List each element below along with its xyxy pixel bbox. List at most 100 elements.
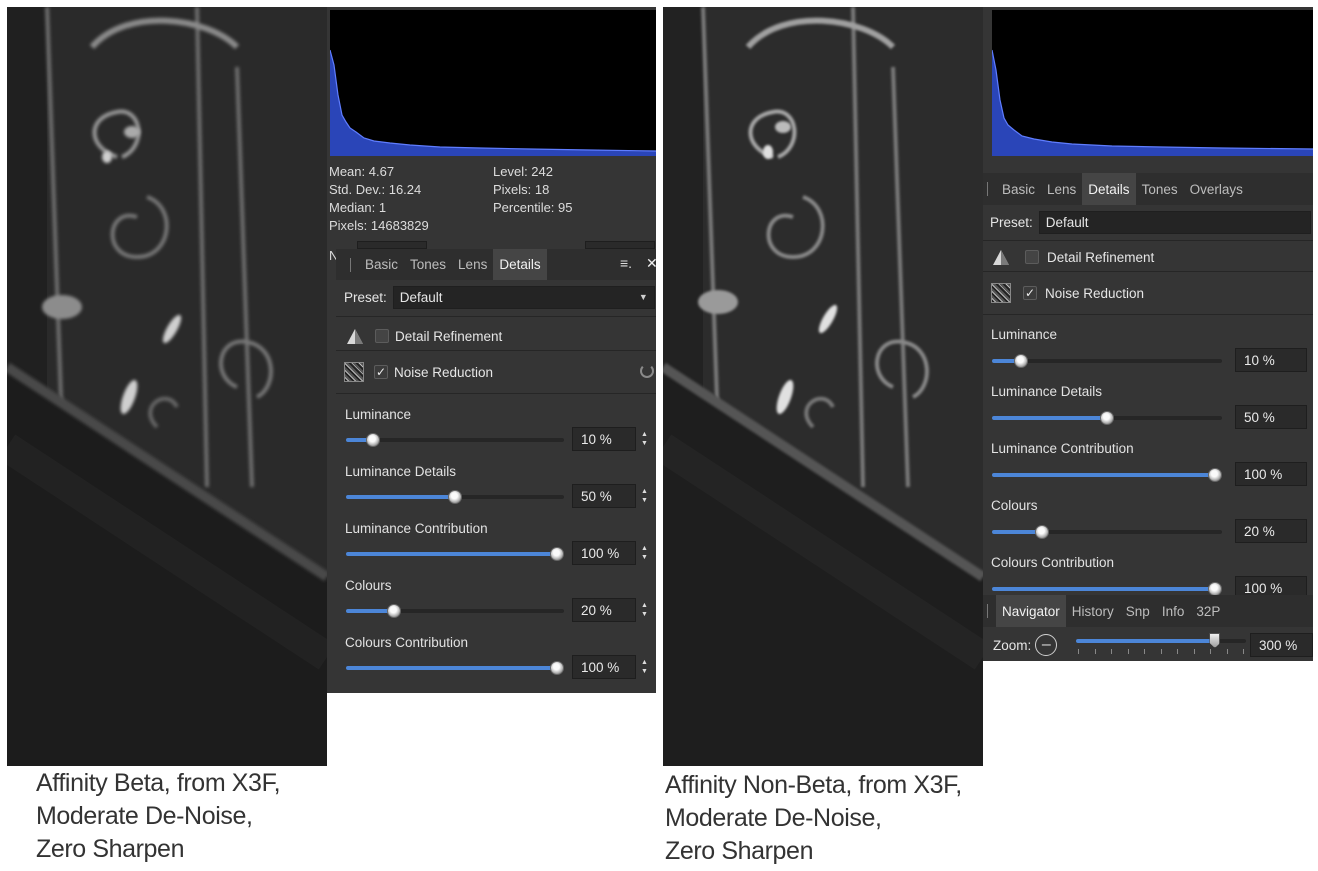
panel-menu-icon[interactable]: ≡. [620,255,632,271]
slider-track[interactable] [992,525,1222,539]
noise-reduction-row: ✓ Noise Reduction [336,358,656,386]
develop-panel-non-beta: Basic Lens Details Tones Overlays Preset… [983,7,1313,661]
slider-fill [346,666,557,670]
slider-knob[interactable] [550,547,564,561]
tab-history[interactable]: History [1066,595,1120,627]
sharpen-triangle-icon [347,328,363,344]
noise-reduction-checkbox[interactable]: ✓ [374,365,388,379]
detail-refinement-label: Detail Refinement [1047,249,1155,265]
slider-knob[interactable] [1100,411,1114,425]
stat-median: Median: 1 [329,200,387,215]
slider-knob[interactable] [1013,354,1028,368]
slider-knob[interactable] [1208,468,1222,482]
divider [336,350,656,351]
slider-knob[interactable] [1035,525,1050,539]
preset-label: Preset: [990,214,1033,230]
tab-tones[interactable]: Tones [1136,173,1184,205]
slider-track[interactable] [992,354,1222,368]
noise-reduction-row: ✓ Noise Reduction [983,279,1313,307]
slider-knob[interactable] [448,490,462,504]
tab-overlays[interactable]: Overlays [1184,173,1249,205]
tab-basic[interactable]: Basic [996,173,1041,205]
reset-icon[interactable] [640,364,654,378]
close-icon[interactable]: ✕ [646,255,656,272]
stat-percentile: Percentile: 95 [493,200,573,215]
slider-label: Colours [345,578,392,593]
tab-navigator[interactable]: Navigator [996,595,1066,627]
slider-value-field[interactable]: 50 % [572,484,636,508]
preset-dropdown[interactable]: Default ▼ [392,285,655,309]
slider-knob[interactable] [550,661,564,675]
noise-icon [991,283,1011,303]
slider-value-field[interactable]: 50 % [1235,405,1307,429]
tab-basic[interactable]: Basic [359,249,404,280]
slider-label: Colours [991,498,1038,513]
tab-lens[interactable]: Lens [1041,173,1082,205]
preset-label: Preset: [344,289,387,305]
slider-knob[interactable] [366,433,381,447]
divider [983,271,1313,272]
histogram-stats-right: Level: 242 Pixels: 18 Percentile: 95 [493,163,573,217]
stepper-arrows-icon[interactable]: ▲ ▼ [639,598,650,622]
detail-refinement-checkbox[interactable] [1025,250,1039,264]
slider-track[interactable] [346,490,564,504]
slider-value-field[interactable]: 100 % [572,541,636,565]
preset-value: Default [1045,214,1089,230]
stepper-arrows-icon[interactable]: ▲ ▼ [639,484,650,508]
slider-label: Luminance Details [345,464,457,479]
tab-lens[interactable]: Lens [452,249,493,280]
caption-line: Moderate De-Noise, [36,802,253,830]
stepper-arrows-icon[interactable]: ▲ ▼ [639,655,650,679]
noise-icon [344,362,364,382]
tab-info[interactable]: Info [1156,595,1191,627]
slider-label: Luminance [991,327,1058,342]
slider-label: Colours Contribution [991,555,1115,570]
stepper-arrows-icon[interactable]: ▲ ▼ [639,427,650,451]
histogram-option-button[interactable] [585,241,655,249]
slider-value-field[interactable]: 100 % [572,655,636,679]
chevron-down-icon: ▼ [638,292,648,302]
slider-track[interactable] [992,582,1222,596]
noise-reduction-checkbox[interactable]: ✓ [1023,286,1037,300]
zoom-out-icon[interactable]: – [1035,634,1058,656]
slider-value-field[interactable]: 100 % [1235,462,1307,486]
slider-track[interactable] [346,661,564,675]
stepper-arrows-icon[interactable]: ▲ ▼ [639,541,650,565]
zoom-value-field[interactable]: 300 % [1250,633,1313,657]
stat-level: Level: 242 [493,164,553,179]
slider-knob[interactable] [386,604,401,618]
slider-knob[interactable] [1208,582,1222,596]
slider-value-field[interactable]: 20 % [572,598,636,622]
zoom-slider[interactable] [1076,633,1246,648]
slider-track[interactable] [346,433,564,447]
tab-32p[interactable]: 32P [1190,595,1226,627]
tab-tones[interactable]: Tones [404,249,452,280]
develop-tab-bar: Basic Lens Details Tones Overlays [983,173,1313,205]
tab-details[interactable]: Details [1082,173,1136,205]
tab-snapshots[interactable]: Snp [1120,595,1156,627]
slider-value-field[interactable]: 20 % [1235,519,1307,543]
slider-value: 100 % [581,545,620,561]
detail-refinement-checkbox[interactable] [375,329,389,343]
slider-track[interactable] [346,547,564,561]
slider-value-field[interactable]: 10 % [572,427,636,451]
slider-value-field[interactable]: 10 % [1235,348,1307,372]
divider [983,314,1313,315]
slider-value: 100 % [1244,466,1283,482]
tab-details[interactable]: Details [493,249,547,280]
caption-non-beta: Affinity Non-Beta, from X3F, Moderate De… [665,769,962,868]
develop-tab-bar: Basic Tones Lens Details [336,249,656,280]
slider-track[interactable] [346,604,564,618]
slider-track[interactable] [992,468,1222,482]
histogram-option-button[interactable] [357,241,427,249]
preset-dropdown[interactable]: Default [1038,210,1311,234]
caption-beta: Affinity Beta, from X3F, Moderate De-Noi… [36,767,281,866]
tab-separator [350,257,351,272]
slider-label: Luminance Details [991,384,1103,399]
photo-crop-non-beta [663,7,983,766]
slider-track[interactable] [992,411,1222,425]
detail-refinement-row: Detail Refinement [336,322,656,350]
slider-value: 100 % [581,659,620,675]
caption-line: Zero Sharpen [665,837,814,865]
slider-value: 20 % [581,602,612,618]
